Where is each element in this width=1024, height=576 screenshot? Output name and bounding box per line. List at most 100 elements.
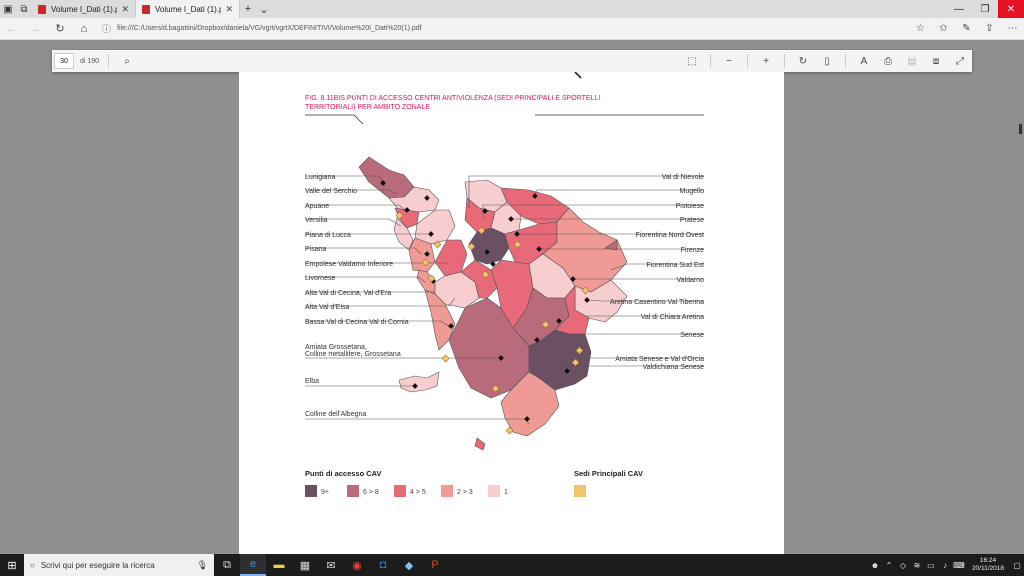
- print-icon[interactable]: ⎙: [876, 56, 900, 67]
- zoom-in-icon[interactable]: +: [754, 56, 778, 67]
- browser-tab-1[interactable]: Volume I_Dati (1).pdf ✕: [32, 0, 136, 18]
- file-explorer-icon[interactable]: ▬: [266, 554, 292, 576]
- keyboard-icon[interactable]: ⌨: [952, 561, 966, 570]
- rotate-icon[interactable]: ↻: [791, 56, 815, 67]
- minimize-icon[interactable]: —: [946, 0, 972, 18]
- tab-list-chevron-icon[interactable]: ⌄: [256, 3, 272, 16]
- page-total: di 190: [80, 57, 100, 65]
- save-as-icon[interactable]: ⧈: [924, 56, 948, 67]
- search-placeholder: Scrivi qui per eseguire la ricerca: [40, 560, 155, 570]
- favorites-list-icon[interactable]: ✩: [932, 23, 955, 34]
- label-colline-metallifere: Colline metallifere, Grossetana: [305, 351, 401, 358]
- label-empolese: Empolese Valdarno Inferiore: [305, 261, 393, 268]
- taskbar-clock[interactable]: 16:24 20/11/2018: [972, 557, 1004, 573]
- window-controls: — ❐ ✕: [946, 0, 1024, 18]
- tab-preview-icon[interactable]: ▣: [0, 0, 16, 18]
- favorite-star-icon[interactable]: ☆: [909, 23, 932, 34]
- notes-pen-icon[interactable]: ✎: [955, 23, 978, 34]
- fullscreen-icon[interactable]: ⤢: [948, 56, 972, 67]
- file-info-icon: ⓘ: [102, 24, 112, 34]
- back-icon[interactable]: ←: [0, 23, 24, 35]
- notes-app-icon[interactable]: ◆: [396, 554, 422, 576]
- tab-title: Volume I_Dati (1).pdf: [155, 4, 222, 14]
- cortana-circle-icon: ○: [30, 560, 35, 570]
- close-window-icon[interactable]: ✕: [998, 0, 1024, 18]
- mail-icon[interactable]: ✉: [318, 554, 344, 576]
- battery-icon[interactable]: ▭: [924, 561, 938, 570]
- chrome-icon[interactable]: ◉: [344, 554, 370, 576]
- toolbar-divider: [710, 54, 711, 68]
- right-labels: Val di Nievole Mugello Pistoiese Pratese…: [610, 174, 704, 371]
- home-icon[interactable]: ⌂: [72, 23, 96, 35]
- dropbox-icon[interactable]: ◇: [896, 561, 910, 570]
- url-field[interactable]: ⓘ file:///C:/Users/d.bagattini/Dropbox/d…: [102, 21, 892, 37]
- clock-date: 20/11/2018: [971, 565, 1004, 572]
- label-valle-del-serchio: Valle del Serchio: [305, 188, 357, 195]
- legend-swatch-2-3: [441, 485, 453, 497]
- browser-tab-bar: ▣ ⧉ Volume I_Dati (1).pdf ✕ Volume I_Dat…: [0, 0, 1024, 18]
- pdf-page: FIG. 8.11BIS PUNTI DI ACCESSO CENTRI ANT…: [239, 71, 784, 554]
- pdf-toolbar: 30 di 190 ⌕ ⬚ − + ↻ ▯ A ⎙ ▤ ⧈ ⤢: [52, 50, 972, 72]
- label-amiata-grossetana: Amiata Grossetana,: [305, 344, 367, 351]
- read-aloud-icon[interactable]: A: [852, 56, 876, 67]
- more-menu-icon[interactable]: ⋯: [1001, 23, 1024, 34]
- show-hidden-icons-chevron[interactable]: ⌃: [882, 561, 896, 570]
- region-elba: [398, 371, 440, 393]
- label-fiorentina-sud-est: Fiorentina Sud Est: [646, 262, 704, 269]
- refresh-icon[interactable]: ↻: [48, 22, 72, 35]
- legend-label-4-5: 4 > 5: [410, 489, 426, 496]
- taskbar-search-box[interactable]: ○ Scrivi qui per eseguire la ricerca 🎙: [24, 554, 214, 576]
- microphone-icon[interactable]: 🎙: [197, 560, 208, 571]
- title-underline: [305, 114, 704, 125]
- legend-label-2-3: 2 > 3: [457, 489, 473, 496]
- windows-start-icon[interactable]: ⊞: [0, 554, 24, 576]
- restore-icon[interactable]: ❐: [972, 0, 998, 18]
- windows-taskbar: ⊞ ○ Scrivi qui per eseguire la ricerca 🎙…: [0, 554, 1024, 576]
- forward-icon[interactable]: →: [24, 23, 48, 35]
- fit-page-icon[interactable]: ⬚: [680, 56, 704, 67]
- search-icon[interactable]: ⌕: [115, 56, 139, 67]
- browser-tab-2[interactable]: Volume I_Dati (1).pdf ✕: [136, 0, 240, 18]
- region-piana-di-lucca: [414, 209, 456, 245]
- task-view-icon[interactable]: ⧉: [214, 554, 240, 576]
- wifi-icon[interactable]: ≋: [910, 561, 924, 570]
- legend-label-1: 1: [504, 489, 508, 496]
- label-val-di-chiara-aretina: Val di Chiara Aretina: [641, 314, 704, 321]
- page-layout-icon[interactable]: ▯: [815, 56, 839, 67]
- page-number-input[interactable]: 30: [54, 53, 74, 69]
- legend-label-9plus: 9+: [321, 489, 329, 496]
- label-pisana: Pisana: [305, 246, 327, 253]
- label-pistoiese: Pistoiese: [676, 203, 705, 210]
- label-livornese: Livornese: [305, 275, 335, 282]
- zoom-out-icon[interactable]: −: [717, 56, 741, 67]
- clock-time: 16:24: [979, 557, 997, 564]
- legend: Punti di accesso CAV 9+ 6 > 8 4 > 5 2 > …: [305, 469, 643, 497]
- people-icon[interactable]: ☻: [868, 561, 882, 570]
- store-icon[interactable]: ▦: [292, 554, 318, 576]
- volume-icon[interactable]: ♪: [938, 561, 952, 570]
- label-piana-di-lucca: Piana di Lucca: [305, 232, 351, 239]
- close-tab-icon[interactable]: ✕: [225, 4, 233, 15]
- new-tab-icon[interactable]: +: [240, 3, 256, 15]
- legend-swatch-1: [488, 485, 500, 497]
- label-lunigiana: Lunigiana: [305, 174, 335, 181]
- outlook-icon[interactable]: ◘: [370, 554, 396, 576]
- set-tabs-aside-icon[interactable]: ⧉: [16, 0, 32, 18]
- label-alta-val-di-cecina: Alta Val di Cecina, Val d'Era: [305, 290, 391, 297]
- edge-browser-icon[interactable]: e: [240, 554, 266, 576]
- share-icon[interactable]: ⇪: [978, 23, 1001, 34]
- label-valdichiana-senese: Valdichiana Senese: [643, 364, 704, 371]
- legend-swatch-sedi: [574, 485, 586, 497]
- toolbar-divider: [845, 54, 846, 68]
- pdf-file-icon: [142, 4, 150, 14]
- notifications-icon[interactable]: ▢: [1010, 561, 1024, 570]
- powerpoint-icon[interactable]: P: [422, 554, 448, 576]
- save-icon[interactable]: ▤: [900, 56, 924, 67]
- legend-sedi-title: Sedi Principali CAV: [574, 469, 643, 478]
- address-bar: ← → ↻ ⌂ ⓘ file:///C:/Users/d.bagattini/D…: [0, 18, 1024, 40]
- legend-cav-title: Punti di accesso CAV: [305, 469, 382, 478]
- figure-title-line2: TERRITORIALI) PER AMBITO ZONALE: [305, 104, 430, 111]
- scrollbar-thumb[interactable]: [1019, 124, 1022, 134]
- label-fiorentina-nord-ovest: Fiorentina Nord Ovest: [636, 232, 705, 239]
- close-tab-icon[interactable]: ✕: [121, 4, 129, 15]
